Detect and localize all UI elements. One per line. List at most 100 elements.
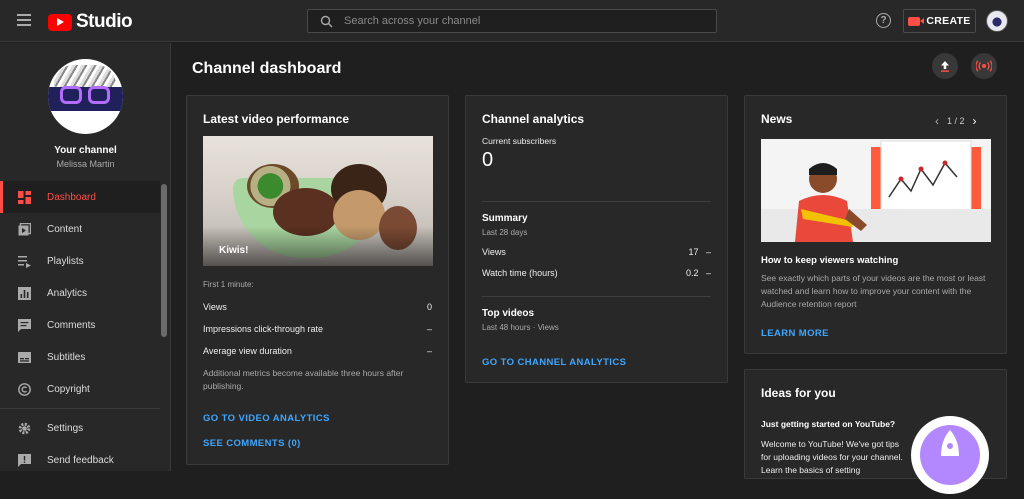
learn-more-link[interactable]: LEARN MORE [761, 328, 829, 339]
copyright-icon [18, 382, 31, 396]
top-videos-subtitle: Last 48 hours · Views [482, 323, 559, 332]
sidebar-item-label: Settings [47, 422, 84, 434]
playlists-icon [18, 255, 31, 268]
news-headline: How to keep viewers watching [761, 255, 899, 266]
top-bar: Studio ? CREATE [0, 0, 1024, 42]
go-to-channel-analytics-link[interactable]: GO TO CHANNEL ANALYTICS [482, 357, 626, 368]
video-title: Kiwis! [219, 245, 249, 256]
video-thumbnail[interactable]: Kiwis! [203, 136, 433, 266]
analytics-icon [18, 286, 31, 300]
metric-label: Views [203, 302, 227, 312]
card-title: Channel analytics [482, 112, 585, 126]
go-live-button[interactable] [971, 53, 997, 79]
chevron-left-icon[interactable]: ‹ [935, 114, 939, 128]
news-card: News ‹ 1 / 2 › How to keep viewers watch… [744, 95, 1007, 354]
channel-avatar[interactable] [48, 59, 123, 134]
metrics-note: Additional metrics become available thre… [203, 368, 404, 391]
sidebar-scrollbar[interactable] [161, 184, 167, 337]
dashboard-icon [18, 190, 31, 204]
sidebar-item-dashboard[interactable]: Dashboard [0, 181, 160, 213]
upload-button[interactable] [932, 53, 958, 79]
metric-row: Average view duration – [203, 346, 432, 356]
logo-text: Studio [76, 11, 133, 32]
metric-value: – [426, 324, 432, 334]
subscribers-label: Current subscribers [482, 136, 557, 146]
channel-name: Melissa Martin [56, 159, 115, 169]
news-pager: ‹ 1 / 2 › [935, 114, 977, 128]
summary-value-group: 0.2 – [686, 268, 711, 278]
sidebar-item-send-feedback[interactable]: Send feedback [0, 444, 160, 476]
video-camera-icon [908, 16, 925, 26]
see-comments-link[interactable]: SEE COMMENTS (0) [203, 438, 301, 449]
help-icon[interactable]: ? [876, 13, 891, 28]
subtitles-icon [18, 351, 31, 363]
ideas-body: Welcome to YouTube! We've got tips for u… [761, 439, 903, 475]
period-label: First 1 minute: [203, 280, 254, 289]
search-icon[interactable] [308, 15, 344, 28]
sidebar-item-label: Subtitles [47, 351, 86, 363]
summary-value: 0.2 [685, 268, 699, 278]
create-button[interactable]: CREATE [903, 9, 976, 33]
summary-label: Views [482, 247, 506, 257]
top-videos-title: Top videos [482, 308, 535, 319]
comments-icon [18, 318, 31, 332]
news-body: See exactly which parts of your videos a… [761, 273, 986, 309]
search-box[interactable] [307, 9, 717, 33]
sidebar-item-label: Comments [47, 319, 96, 331]
menu-icon[interactable] [17, 14, 31, 26]
metric-row: Views 0 [203, 302, 432, 312]
sidebar-item-content[interactable]: Content [0, 213, 160, 245]
rocket-illustration [911, 416, 989, 494]
card-title: Latest video performance [203, 112, 350, 126]
content-icon [18, 222, 31, 235]
summary-trend: – [705, 247, 711, 257]
metric-label: Average view duration [203, 346, 292, 356]
card-title: Ideas for you [761, 386, 836, 400]
latest-video-card: Latest video performance Kiwis! First 1 … [186, 95, 449, 465]
live-broadcast-icon [976, 60, 992, 72]
summary-period: Last 28 days [482, 228, 528, 237]
sidebar-item-settings[interactable]: Settings [0, 412, 160, 444]
metric-label: Impressions click-through rate [203, 324, 324, 334]
divider [482, 296, 711, 297]
sidebar-item-subtitles[interactable]: Subtitles [0, 341, 160, 373]
studio-logo[interactable]: Studio [48, 11, 133, 33]
card-title: News [761, 112, 793, 126]
sidebar-item-label: Dashboard [47, 191, 96, 203]
go-to-video-analytics-link[interactable]: GO TO VIDEO ANALYTICS [203, 413, 330, 424]
sidebar-item-analytics[interactable]: Analytics [0, 277, 160, 309]
metric-row: Impressions click-through rate – [203, 324, 432, 334]
ideas-subtitle: Just getting started on YouTube? [761, 419, 896, 429]
summary-trend: – [705, 268, 711, 278]
divider [482, 201, 711, 202]
summary-row: Watch time (hours) 0.2 – [482, 268, 711, 278]
summary-label: Watch time (hours) [482, 268, 558, 278]
pager-label: 1 / 2 [947, 116, 965, 126]
account-avatar[interactable] [986, 10, 1008, 32]
sidebar-item-playlists[interactable]: Playlists [0, 245, 160, 277]
create-label: CREATE [926, 15, 971, 27]
chevron-right-icon[interactable]: › [973, 114, 977, 128]
metric-value: – [426, 346, 432, 356]
sidebar-item-label: Content [47, 223, 83, 235]
sidebar: Your channel Melissa Martin Dashboard Co… [0, 43, 171, 471]
news-illustration [761, 139, 991, 242]
youtube-logo-icon [48, 13, 72, 31]
sidebar-item-label: Playlists [47, 255, 84, 267]
channel-label: Your channel [54, 145, 117, 156]
sidebar-item-copyright[interactable]: Copyright [0, 373, 160, 405]
feedback-icon [18, 453, 31, 467]
summary-row: Views 17 – [482, 247, 711, 257]
subscribers-count: 0 [482, 149, 494, 171]
sidebar-item-label: Send feedback [47, 454, 114, 466]
sidebar-item-comments[interactable]: Comments [0, 309, 160, 341]
settings-icon [18, 422, 31, 434]
search-input[interactable] [344, 15, 716, 27]
summary-title: Summary [482, 213, 528, 224]
sidebar-nav: Dashboard Content Playlists Analytics Co… [0, 181, 160, 476]
sidebar-item-label: Analytics [47, 287, 88, 299]
page-title: Channel dashboard [192, 60, 342, 77]
ideas-card: Ideas for you Just getting started on Yo… [744, 369, 1007, 494]
channel-analytics-card: Channel analytics Current subscribers 0 … [465, 95, 728, 383]
upload-icon [941, 61, 949, 72]
